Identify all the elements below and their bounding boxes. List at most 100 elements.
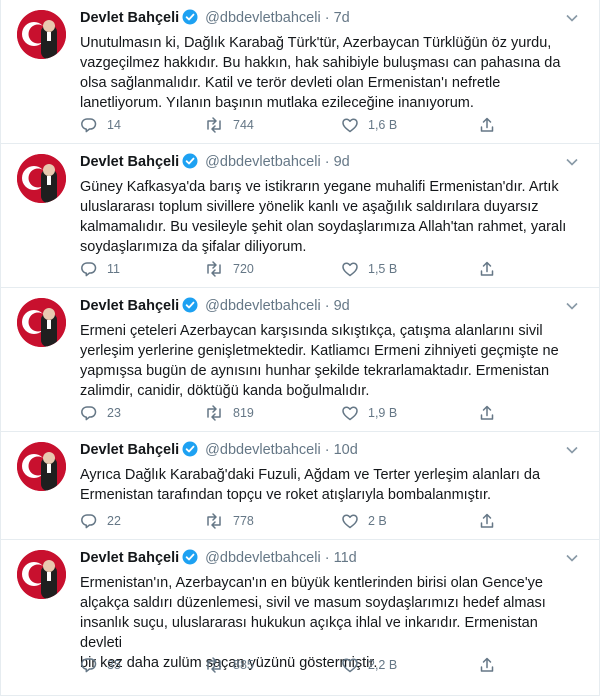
author-name[interactable]: Devlet Bahçeli bbox=[80, 550, 179, 566]
separator-dot: · bbox=[324, 298, 330, 314]
like-button[interactable]: 1,5 B bbox=[341, 259, 397, 279]
share-button[interactable] bbox=[478, 115, 496, 135]
author-handle[interactable]: @dbdevletbahceli bbox=[205, 550, 321, 566]
tweet[interactable]: Devlet Bahçeli @dbdevletbahceli · 9d Gün… bbox=[1, 144, 599, 288]
tweet-text: Güney Kafkasya'da barış ve istikrarın ye… bbox=[80, 179, 567, 255]
chevron-down-icon[interactable] bbox=[565, 299, 579, 315]
tweet-text: Ayrıca Dağlık Karabağ'daki Fuzuli, Ağdam… bbox=[80, 467, 541, 503]
author-handle[interactable]: @dbdevletbahceli bbox=[205, 154, 321, 170]
share-button[interactable] bbox=[478, 403, 496, 423]
heart-icon bbox=[341, 404, 359, 422]
share-button[interactable] bbox=[478, 655, 496, 675]
reply-icon bbox=[80, 656, 98, 674]
retweet-button[interactable]: 744 bbox=[204, 115, 254, 135]
heart-icon bbox=[341, 116, 359, 134]
reply-button[interactable]: 11 bbox=[80, 259, 120, 279]
author-handle[interactable]: @dbdevletbahceli bbox=[205, 298, 321, 314]
author-name[interactable]: Devlet Bahçeli bbox=[80, 442, 179, 458]
avatar[interactable] bbox=[17, 154, 66, 203]
reply-button[interactable]: 23 bbox=[80, 403, 121, 423]
like-button[interactable]: 1,9 B bbox=[341, 403, 397, 423]
share-button[interactable] bbox=[478, 259, 496, 279]
tweet-timestamp[interactable]: 9d bbox=[334, 298, 350, 314]
reply-button[interactable]: 22 bbox=[80, 511, 121, 531]
chevron-down-icon[interactable] bbox=[565, 11, 579, 27]
share-icon bbox=[478, 512, 496, 530]
separator-dot: · bbox=[324, 10, 330, 26]
tweet[interactable]: Devlet Bahçeli @dbdevletbahceli · 7d Unu… bbox=[1, 0, 599, 144]
retweet-count: 778 bbox=[233, 514, 254, 528]
retweet-count: 720 bbox=[233, 262, 254, 276]
retweet-icon bbox=[204, 404, 224, 422]
reply-icon bbox=[80, 404, 98, 422]
separator-dot: · bbox=[324, 442, 330, 458]
verified-badge-icon bbox=[182, 153, 198, 173]
reply-count: 23 bbox=[107, 406, 121, 420]
share-icon bbox=[478, 260, 496, 278]
retweet-icon bbox=[204, 260, 224, 278]
verified-badge-icon bbox=[182, 441, 198, 461]
heart-icon bbox=[341, 512, 359, 530]
like-button[interactable]: 1,6 B bbox=[341, 115, 397, 135]
avatar[interactable] bbox=[17, 550, 66, 599]
avatar[interactable] bbox=[17, 442, 66, 491]
tweet-timestamp[interactable]: 11d bbox=[334, 550, 357, 566]
reply-count: 22 bbox=[107, 514, 121, 528]
retweet-icon bbox=[204, 512, 224, 530]
tweet-timestamp[interactable]: 10d bbox=[334, 442, 358, 458]
retweet-button[interactable]: 819 bbox=[204, 403, 254, 423]
avatar[interactable] bbox=[17, 10, 66, 59]
tweet[interactable]: Devlet Bahçeli @dbdevletbahceli · 9d Erm… bbox=[1, 288, 599, 432]
tweet-actions: 35 885 2,2 B bbox=[80, 655, 581, 675]
like-count: 2 B bbox=[368, 514, 387, 528]
tweet[interactable]: Devlet Bahçeli @dbdevletbahceli · 10d Ay… bbox=[1, 432, 599, 540]
tweet-header: Devlet Bahçeli @dbdevletbahceli · 9d bbox=[80, 153, 579, 173]
tweet-header: Devlet Bahçeli @dbdevletbahceli · 10d bbox=[80, 441, 579, 461]
reply-button[interactable]: 35 bbox=[80, 655, 121, 675]
tweet-timestamp[interactable]: 9d bbox=[334, 154, 350, 170]
retweet-button[interactable]: 720 bbox=[204, 259, 254, 279]
tweet-timestamp[interactable]: 7d bbox=[334, 10, 350, 26]
share-icon bbox=[478, 404, 496, 422]
reply-icon bbox=[80, 512, 98, 530]
author-name[interactable]: Devlet Bahçeli bbox=[80, 154, 179, 170]
reply-count: 14 bbox=[107, 118, 121, 132]
tweet-text: Ermeni çeteleri Azerbaycan karşısında sı… bbox=[80, 323, 559, 399]
author-name[interactable]: Devlet Bahçeli bbox=[80, 298, 179, 314]
chevron-down-icon[interactable] bbox=[565, 443, 579, 459]
reply-icon bbox=[80, 116, 98, 134]
share-icon bbox=[478, 116, 496, 134]
author-handle[interactable]: @dbdevletbahceli bbox=[205, 10, 321, 26]
verified-badge-icon bbox=[182, 297, 198, 317]
like-count: 1,9 B bbox=[368, 406, 398, 420]
tweet-text: Unutulmasın ki, Dağlık Karabağ Türk'tür,… bbox=[80, 35, 561, 111]
chevron-down-icon[interactable] bbox=[565, 551, 579, 567]
verified-badge-icon bbox=[182, 549, 198, 569]
author-handle[interactable]: @dbdevletbahceli bbox=[205, 442, 321, 458]
retweet-icon bbox=[204, 656, 224, 674]
avatar[interactable] bbox=[17, 298, 66, 347]
retweet-count: 819 bbox=[233, 406, 254, 420]
reply-button[interactable]: 14 bbox=[80, 115, 121, 135]
separator-dot: · bbox=[324, 154, 330, 170]
tweet-actions: 14 744 1,6 B bbox=[80, 115, 581, 135]
reply-icon bbox=[80, 260, 98, 278]
heart-icon bbox=[341, 656, 359, 674]
like-button[interactable]: 2 B bbox=[341, 511, 387, 531]
tweet[interactable]: Devlet Bahçeli @dbdevletbahceli · 11d Er… bbox=[1, 540, 599, 696]
like-button[interactable]: 2,2 B bbox=[341, 655, 397, 675]
retweet-count: 744 bbox=[233, 118, 254, 132]
tweet-header: Devlet Bahçeli @dbdevletbahceli · 7d bbox=[80, 9, 579, 29]
retweet-count: 885 bbox=[233, 658, 254, 672]
tweet-actions: 11 720 1,5 B bbox=[80, 259, 581, 279]
tweet-header: Devlet Bahçeli @dbdevletbahceli · 11d bbox=[80, 549, 579, 569]
heart-icon bbox=[341, 260, 359, 278]
like-count: 1,6 B bbox=[368, 118, 398, 132]
chevron-down-icon[interactable] bbox=[565, 155, 579, 171]
retweet-icon bbox=[204, 116, 224, 134]
share-button[interactable] bbox=[478, 511, 496, 531]
author-name[interactable]: Devlet Bahçeli bbox=[80, 10, 179, 26]
tweet-actions: 23 819 1,9 B bbox=[80, 403, 581, 423]
retweet-button[interactable]: 778 bbox=[204, 511, 254, 531]
retweet-button[interactable]: 885 bbox=[204, 655, 254, 675]
